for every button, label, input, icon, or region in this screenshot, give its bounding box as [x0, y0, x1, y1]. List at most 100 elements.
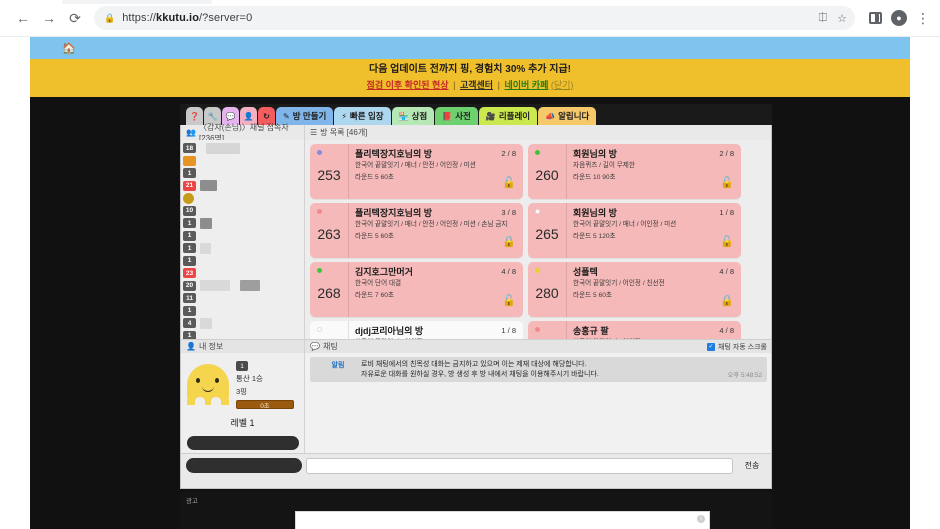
user-level-badge: 20 — [183, 280, 196, 291]
user-list-item[interactable]: 1 — [183, 330, 304, 339]
user-list-item[interactable]: 4 — [183, 317, 304, 329]
chat-message-sender: 알림 — [331, 362, 345, 369]
myinfo-header: 👤 내 정보 — [181, 340, 305, 353]
autoscroll-toggle[interactable]: ✓ 채팅 자동 스크롤 — [707, 342, 767, 352]
bookmark-star-icon[interactable]: ☆ — [837, 12, 847, 25]
room-title: 송홍규 팔 — [573, 326, 609, 336]
user-list-item[interactable]: 23 — [183, 267, 304, 279]
user-list-item[interactable]: 1 — [183, 242, 304, 254]
book-icon: 📕 — [442, 111, 453, 121]
chat-message-text: 로비 채팅에서의 친목성 대화는 금지하고 있으며 이는 제재 대상에 해당합니… — [361, 360, 728, 379]
room-card[interactable]: 280 성폴텍 한국어 끝말잇기 / 어인정 / 친선전 라운드 5 60초 4 / 8… — [528, 262, 741, 317]
back-button[interactable]: ← — [10, 5, 36, 31]
room-title: 폴리텍장지호님의 방 — [355, 208, 433, 218]
side-panel-icon[interactable] — [869, 12, 882, 24]
room-rounds: 라운드 5 60초 — [573, 292, 612, 300]
chat-input[interactable] — [306, 457, 733, 474]
room-mode: 한국어 끝말잇기 / 매너 / 안전 / 어인정 / 미션 / 손님 금지 — [355, 221, 508, 228]
user-list-item[interactable]: 11 — [183, 292, 304, 304]
room-number: 253 — [317, 166, 341, 183]
tab-create-room-label: 방 만들기 — [292, 111, 327, 121]
room-capacity: 2 / 8 — [719, 149, 734, 158]
browser-tab-stub[interactable] — [62, 0, 212, 4]
notice-link-support[interactable]: 고객센터 — [460, 80, 493, 90]
room-card[interactable]: 268 김지호그만머거 한국어 단어 대결 라운드 7 60초 4 / 8 🔓 — [310, 262, 523, 317]
room-rounds: 라운드 5 60초 — [355, 174, 394, 182]
room-card[interactable]: 263 폴리텍장지호님의 방 한국어 끝말잇기 / 매너 / 안전 / 어인정 / … — [310, 203, 523, 258]
notice-link-issue[interactable]: 점검 이후 확인된 현상 — [367, 80, 449, 90]
browser-window: ← → ⟳ 🔒 https://kkutu.io/?server=0 ⎅ ☆ ●… — [0, 0, 940, 529]
user-list-item[interactable]: 1 — [183, 255, 304, 267]
user-list-item[interactable]: 1 — [183, 230, 304, 242]
browser-menu-icon[interactable]: ⋮ — [916, 11, 930, 25]
lock-icon: 🔒 — [104, 12, 116, 23]
notice-close-link[interactable]: (닫기) — [551, 80, 574, 90]
user-list-item[interactable]: 1 — [183, 167, 304, 179]
user-list-item[interactable]: 1 — [183, 305, 304, 317]
room-rounds: 라운드 5 60초 — [355, 233, 394, 241]
profile-avatar[interactable]: ● — [891, 10, 907, 26]
room-list[interactable]: 253 폴리텍장지호님의 방 한국어 끝말잇기 / 매너 / 안전 / 어인정 / … — [305, 140, 771, 339]
home-icon[interactable]: 🏠 — [62, 42, 76, 55]
video-icon: 🎥 — [485, 111, 496, 121]
room-title: 폴리텍장지호님의 방 — [355, 149, 433, 159]
address-bar-url: https://kkutu.io/?server=0 — [122, 12, 253, 24]
user-list-item[interactable] — [183, 192, 304, 204]
tab-shop[interactable]: 🏪 상점 — [391, 107, 435, 125]
user-list-item[interactable]: 18 — [183, 142, 304, 154]
room-capacity: 1 / 8 — [719, 208, 734, 217]
user-level-badge: 1 — [183, 305, 196, 316]
page-viewport: 🏠 다음 업데이트 전까지 핑, 경험치 30% 추가 지급! 점검 이후 확인… — [0, 37, 940, 529]
ad-label: 광고 — [186, 498, 198, 505]
share-icon[interactable]: ⎅ — [818, 12, 827, 25]
notice-separator-2: | — [497, 79, 500, 90]
user-list-item[interactable]: 1 — [183, 217, 304, 229]
room-card[interactable]: 282djdj코리아님의 방한국어 끝말잇기 / 어인정라운드 5 60초1 /… — [310, 321, 523, 339]
notice-link-cafe[interactable]: 네이버 카페 — [504, 80, 548, 90]
tab-dictionary[interactable]: 📕 사전 — [435, 107, 478, 125]
reload-button[interactable]: ⟳ — [62, 5, 88, 31]
tab-replay[interactable]: 🎥 리플레이 — [478, 107, 538, 125]
user-list[interactable]: 181211011112320111416 — [181, 140, 305, 339]
room-rounds: 라운드 5 120초 — [573, 233, 616, 241]
ad-banner[interactable]: i — [295, 511, 710, 529]
user-list-item[interactable]: 20 — [183, 280, 304, 292]
tab-notice[interactable]: 📣 알립니다 — [538, 107, 597, 125]
send-button[interactable]: 전송 — [733, 460, 771, 471]
person-icon: 👤 — [243, 111, 254, 121]
info-icon[interactable]: i — [697, 515, 705, 523]
user-nickname-redacted — [200, 217, 212, 229]
room-info: djdj코리아님의 방한국어 끝말잇기 / 어인정라운드 5 60초 — [348, 321, 523, 339]
shop-icon: 🏪 — [398, 111, 409, 121]
room-card[interactable]: 265 회원님의 방 한국어 끝말잇기 / 매너 / 어인정 / 미션 라운드 5 1… — [528, 203, 741, 258]
question-icon: ❓ — [189, 111, 200, 121]
wrench-icon: 🔧 — [207, 111, 218, 121]
room-mode: 한국어 단어 대결 — [355, 280, 402, 287]
room-card[interactable]: 287송홍규 팔한국어 앞말잇기 / 어인정라운드 5 60초4 / 8🔓 — [528, 321, 741, 339]
user-tag-redacted — [206, 142, 240, 154]
nickname-pill-redacted — [186, 458, 302, 473]
pencil-icon: ✎ — [283, 111, 290, 121]
room-card[interactable]: 260 회원님의 방 자음퀴즈 / 길이 무제한 라운드 10 90초 2 / 8 🔓 — [528, 144, 741, 199]
user-list-item[interactable]: 10 — [183, 205, 304, 217]
chat-panel[interactable]: 알림 로비 채팅에서의 친목성 대화는 금지하고 있으며 이는 제재 대상에 해… — [305, 353, 771, 453]
room-info: 폴리텍장지호님의 방 한국어 끝말잇기 / 매너 / 안전 / 어인정 / 미션 라… — [348, 144, 523, 199]
room-info: 김지호그만머거 한국어 단어 대결 라운드 7 60초 — [348, 262, 523, 317]
my-info-panel: 1 통산 1승 3핑 0초 레벨 1 — [181, 353, 305, 453]
tab-quick-join[interactable]: ⚡ 빠른 입장 — [334, 107, 391, 125]
person-badge-icon: 👤 — [186, 342, 196, 351]
room-status-dot — [317, 327, 322, 332]
forward-button[interactable]: → — [36, 5, 62, 31]
user-nickname-redacted — [200, 180, 217, 191]
address-bar[interactable]: 🔒 https://kkutu.io/?server=0 ⎅ ☆ — [94, 6, 855, 30]
user-nickname-redacted — [200, 317, 212, 329]
room-card[interactable]: 253 폴리텍장지호님의 방 한국어 끝말잇기 / 매너 / 안전 / 어인정 / … — [310, 144, 523, 199]
room-status-dot — [317, 209, 322, 214]
chat-header: 💬 채팅 ✓ 채팅 자동 스크롤 — [305, 340, 771, 353]
user-list-item[interactable]: 21 — [183, 180, 304, 192]
room-capacity: 4 / 8 — [719, 267, 734, 276]
avatar-mascot — [187, 364, 229, 405]
user-level-badge: 10 — [183, 205, 196, 216]
user-list-item[interactable] — [183, 155, 304, 167]
megaphone-icon: 📣 — [545, 111, 556, 121]
